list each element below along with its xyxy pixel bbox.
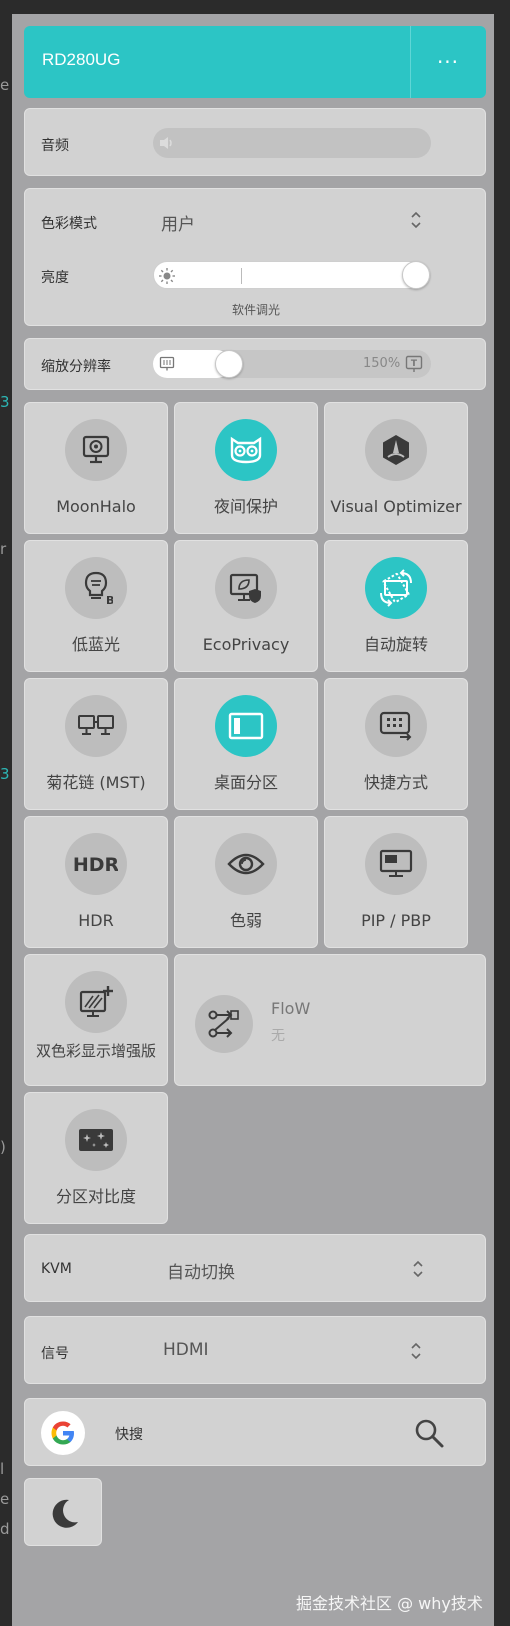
bg-text-fragment: e <box>0 76 10 94</box>
scaling-slider[interactable]: 150% T <box>153 350 431 378</box>
low-blue-light-icon: B <box>65 557 127 619</box>
search-card[interactable]: 快搜 <box>24 1398 486 1466</box>
bg-text-fragment: e <box>0 1490 10 1508</box>
brightness-knob[interactable] <box>402 261 430 289</box>
tile-night-protection[interactable]: 夜间保护 <box>174 402 318 534</box>
pip-icon <box>365 833 427 895</box>
search-icon[interactable] <box>413 1417 445 1449</box>
tile-label: HDR <box>78 911 114 930</box>
zone-contrast-icon <box>65 1109 127 1171</box>
signal-card[interactable]: 信号 HDMI <box>24 1316 486 1384</box>
tile-label: 快捷方式 <box>363 773 428 792</box>
tile-label: PIP / PBP <box>361 911 431 930</box>
flow-label: FloW <box>271 999 311 1018</box>
tile-zone-contrast[interactable]: 分区对比度 <box>24 1092 168 1224</box>
color-mode-label: 色彩模式 <box>41 216 97 232</box>
scaling-knob[interactable] <box>215 350 243 378</box>
tile-auto-rotate[interactable]: 自动旋转 <box>324 540 468 672</box>
tile-shortcut[interactable]: 快捷方式 <box>324 678 468 810</box>
device-title: RD280UG <box>42 50 121 69</box>
eco-privacy-icon <box>215 557 277 619</box>
brightness-slider[interactable] <box>153 261 431 289</box>
desktop-partition-icon <box>215 695 277 757</box>
control-panel: RD280UG ··· 音频 色彩模式 用户 亮度 软件调光 缩放分辨率 150… <box>12 14 494 1626</box>
kvm-value[interactable]: 自动切换 <box>167 1258 235 1283</box>
tile-label: 色弱 <box>229 911 262 930</box>
scaling-card: 缩放分辨率 150% T <box>24 338 486 390</box>
search-label: 快搜 <box>115 1427 143 1443</box>
sun-icon <box>159 268 175 284</box>
tile-hdr[interactable]: HDR HDR <box>24 816 168 948</box>
tile-label: MoonHalo <box>56 497 136 516</box>
dark-mode-button[interactable] <box>24 1478 102 1546</box>
svg-text:B: B <box>106 594 113 606</box>
scaling-value: 150% <box>363 356 401 371</box>
visual-optimizer-icon <box>365 419 427 481</box>
tile-dual-color-enhanced[interactable]: 双色彩显示增强版 <box>24 954 168 1086</box>
tile-label: 分区对比度 <box>55 1187 136 1206</box>
tile-pip-pbp[interactable]: PIP / PBP <box>324 816 468 948</box>
brightness-label: 亮度 <box>41 270 69 286</box>
auto-rotate-icon <box>365 557 427 619</box>
flow-card[interactable]: FloW 无 <box>174 954 486 1086</box>
color-mode-updown-icon[interactable] <box>409 209 423 231</box>
bg-text-fragment: l <box>0 1460 5 1478</box>
kvm-label: KVM <box>41 1261 72 1277</box>
tile-label: 夜间保护 <box>213 497 278 516</box>
moonhalo-icon <box>65 419 127 481</box>
signal-label: 信号 <box>41 1346 69 1362</box>
brightness-sub-label: 软件调光 <box>231 303 280 317</box>
flow-icon <box>195 995 253 1053</box>
more-options-button[interactable]: ··· <box>410 26 486 98</box>
tile-color-weakness[interactable]: 色弱 <box>174 816 318 948</box>
bg-text-fragment: 3 <box>0 765 10 783</box>
scale-small-icon <box>159 356 175 371</box>
tile-low-blue-light[interactable]: B 低蓝光 <box>24 540 168 672</box>
daisy-chain-icon <box>65 695 127 757</box>
speaker-icon <box>160 137 172 149</box>
moon-icon <box>52 1499 78 1528</box>
signal-value[interactable]: HDMI <box>163 1340 209 1360</box>
tile-eco-privacy[interactable]: EcoPrivacy <box>174 540 318 672</box>
watermark: 掘金技术社区 @ why技术 <box>296 1594 483 1613</box>
tile-label: 低蓝光 <box>71 635 120 654</box>
tile-label: 菊花链 (MST) <box>46 773 146 792</box>
signal-updown-icon[interactable] <box>409 1340 423 1362</box>
tile-desktop-partition[interactable]: 桌面分区 <box>174 678 318 810</box>
audio-label: 音频 <box>41 138 69 154</box>
tile-label: EcoPrivacy <box>202 635 290 654</box>
tile-visual-optimizer[interactable]: Visual Optimizer <box>324 402 468 534</box>
audio-card: 音频 <box>24 108 486 176</box>
bg-text-fragment: d <box>0 1520 10 1538</box>
shortcut-icon <box>365 695 427 757</box>
kvm-updown-icon[interactable] <box>411 1258 425 1280</box>
bg-text-fragment: 3 <box>0 393 10 411</box>
tile-daisy-chain[interactable]: 菊花链 (MST) <box>24 678 168 810</box>
flow-value: 无 <box>271 1028 285 1044</box>
eye-icon <box>215 833 277 895</box>
dual-color-icon <box>65 971 127 1033</box>
scale-large-icon: T <box>405 355 423 372</box>
bg-text-fragment: ) <box>0 1138 6 1156</box>
tile-label: 双色彩显示增强版 <box>35 1042 156 1060</box>
tile-label: 自动旋转 <box>363 635 428 654</box>
google-icon <box>41 1411 85 1455</box>
color-mode-value[interactable]: 用户 <box>161 210 195 235</box>
owl-icon <box>215 419 277 481</box>
tile-label: 桌面分区 <box>213 773 278 792</box>
scaling-label: 缩放分辨率 <box>41 359 111 375</box>
brightness-tick <box>241 268 242 284</box>
tile-label: Visual Optimizer <box>330 497 462 516</box>
svg-text:HDR: HDR <box>74 854 118 876</box>
display-card: 色彩模式 用户 亮度 软件调光 <box>24 188 486 326</box>
audio-slider[interactable] <box>153 128 431 158</box>
device-header: RD280UG ··· <box>24 26 486 98</box>
hdr-icon: HDR <box>65 833 127 895</box>
svg-text:T: T <box>411 359 418 369</box>
tile-moonhalo[interactable]: MoonHalo <box>24 402 168 534</box>
kvm-card[interactable]: KVM 自动切换 <box>24 1234 486 1302</box>
bg-text-fragment: r <box>0 540 7 558</box>
